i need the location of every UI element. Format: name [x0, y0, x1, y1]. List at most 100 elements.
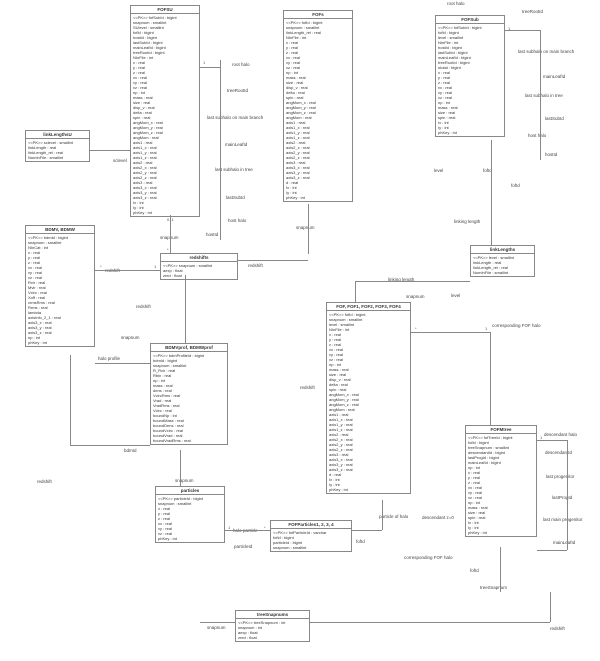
entity-attrs-fofparticles: <<PK>> fofParticleId : varcharfofId : bi…: [271, 529, 351, 551]
card: 1: [508, 26, 510, 31]
connector: [95, 270, 160, 271]
entity-linklengths: linkLengths <<PK>> level : smallintlinkL…: [470, 245, 535, 277]
connector: [90, 150, 130, 151]
card: 1: [485, 326, 487, 331]
card: *: [100, 264, 102, 269]
connector: [567, 440, 568, 550]
label-fofid-3: fofId: [356, 539, 365, 544]
entity-title: linkLengthsU: [26, 131, 89, 139]
attr: NumInFile : smallint: [28, 155, 87, 160]
connector: [185, 275, 186, 343]
connector: [537, 440, 567, 441]
label-halo-profile: halo profile: [98, 356, 120, 361]
entity-attrs-redshifts: <<PK>> snapnum : smallintaexp : floatzre…: [161, 262, 237, 279]
connector: [491, 140, 492, 245]
connector: [225, 530, 270, 531]
card: 1: [154, 264, 156, 269]
attr: phKey : int: [438, 130, 502, 135]
entity-attrs-fofsu: <<PK>> fofSubId : bigintsnapnum : smalli…: [131, 14, 199, 216]
entity-title: redshifts: [161, 254, 237, 262]
label-redshift-6: redshift: [550, 626, 565, 631]
attr: phKey : int: [468, 530, 534, 535]
connector: [70, 355, 71, 445]
connector: [382, 500, 383, 530]
entity-attrs-linklengthsu: <<PK>> sclevel : smallintlinkLength : re…: [26, 139, 89, 161]
label-last-sub-tree-2: last subhalo in tree: [525, 93, 563, 98]
connector: [238, 260, 308, 261]
connector: [355, 281, 470, 282]
attr: zred : float: [238, 635, 307, 640]
card: 1: [203, 60, 205, 65]
connector: [537, 550, 567, 551]
entity-title: linkLengths: [471, 246, 534, 254]
entity-title: treeSnapnums: [236, 611, 309, 619]
label-redshift-4: redshift: [136, 304, 151, 309]
entity-title: FOFParticles1, 2, 3, 4: [271, 521, 351, 529]
entity-title: BDMVprof, BDMWprof: [151, 344, 227, 352]
connector: [550, 592, 551, 622]
label-hostid: hostId: [206, 232, 218, 237]
label-fofid-2: fofId: [511, 183, 520, 188]
label-last-sub-main: last subhalo on main branch: [207, 115, 263, 120]
card: 0..1: [167, 217, 174, 222]
label-last-progenitor: last progenitor: [546, 474, 575, 479]
label-mainleafid-2: mainLeafId: [543, 74, 565, 79]
label-corresponding-fof: corresponding FOF halo: [492, 323, 541, 328]
entity-attrs-treesnapnums: <<PK>> treeSnapnum : intsnapnum : intaex…: [236, 619, 309, 641]
label-bdmid: bdmId: [124, 448, 137, 453]
entity-title: FOFSU: [131, 6, 199, 14]
entity-attrs-bdmvprof: <<PK>> bdmProfileId : bigintbdmId : bigi…: [151, 352, 227, 444]
label-redshift-2: redshift: [248, 263, 263, 268]
attr: boundVradRms : real: [153, 438, 225, 443]
attr: snapnum : smallint: [273, 545, 349, 550]
card: *: [167, 247, 169, 252]
entity-attrs-fofs: <<PK>> fofId : bigintsnapnum : smallintl…: [284, 19, 352, 201]
entity-attrs-fofmtree: <<PK>> fofTreeId : bigintfofId : bigintt…: [466, 434, 536, 536]
entity-title: FOFs: [284, 11, 352, 19]
connector: [200, 622, 235, 623]
label-sclevel: sclevel: [113, 158, 127, 163]
connector: [411, 332, 491, 333]
entity-attrs-bdmv: <<PK>> bdmId : bigintsnapnum : smallintN…: [26, 234, 94, 346]
entity-fofs: FOFs <<PK>> fofId : bigintsnapnum : smal…: [283, 10, 353, 202]
label-corresponding-fof-2: corresponding FOF halo: [404, 555, 453, 560]
label-level-2: level: [451, 293, 460, 298]
entity-fofsub: FOFSub <<PK>> fofSubId : bigintfofId : b…: [435, 15, 505, 137]
label-lastsubid: lastSubId: [226, 195, 245, 200]
label-linking-length-2: linking length: [454, 219, 480, 224]
entity-title: particles: [156, 487, 224, 495]
card: 1: [540, 435, 542, 440]
connector: [308, 204, 309, 254]
label-snapnum-3: snapnum: [406, 294, 425, 299]
entity-attrs-linklengths: <<PK>> level : smallintlinkLength : real…: [471, 254, 534, 276]
attr: phKey : int: [133, 210, 197, 215]
connector: [540, 30, 541, 160]
entity-fofsu: FOFSU <<PK>> fofSubId : bigintsnapnum : …: [130, 5, 200, 217]
connector: [505, 30, 540, 31]
attr: zred : float: [163, 273, 235, 278]
label-redshift-5: redshift: [37, 479, 52, 484]
card: 1: [228, 525, 230, 530]
connector: [310, 622, 550, 623]
label-hostid-2: hostId: [545, 152, 557, 157]
connector: [352, 530, 382, 531]
label-tree-snapnum: treeSnapnum: [480, 585, 507, 590]
entity-attrs-particles: <<PK>> particleId : bigintsnapnum : smal…: [156, 495, 224, 542]
entity-bdmv-bdmw: BDMV, BDMW <<PK>> bdmId : bigintsnapnum …: [25, 225, 95, 347]
entity-linklengthsu: linkLengthsU <<PK>> sclevel : smallintli…: [25, 130, 90, 162]
label-treerootid: treeRootId: [227, 88, 248, 93]
label-redshift-3: redshift: [300, 385, 315, 390]
label-level: level: [434, 168, 443, 173]
entity-title: FOFSub: [436, 16, 504, 24]
label-host-halo-2: host halo: [528, 133, 546, 138]
entity-title: BDMV, BDMW: [26, 226, 94, 234]
entity-bdmvprof: BDMVprof, BDMWprof <<PK>> bdmProfileId :…: [150, 343, 228, 445]
connector: [355, 281, 356, 302]
attr: phKey : int: [286, 195, 350, 200]
label-host-halo: host halo: [228, 218, 246, 223]
card: *: [415, 326, 417, 331]
label-descendant-halo: descendant halo: [544, 432, 577, 437]
label-descendant-z0: descendant z=0: [422, 515, 454, 520]
label-root-halo: root halo: [232, 62, 250, 67]
label-snapnum-6: snapnum: [207, 625, 226, 630]
